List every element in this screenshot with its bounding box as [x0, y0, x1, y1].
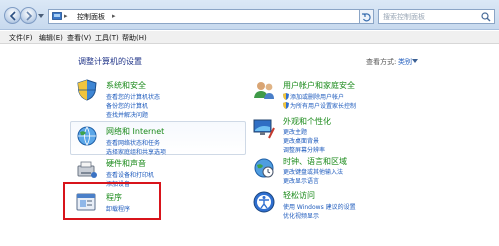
- menu-tools[interactable]: 工具(T): [95, 33, 119, 43]
- menu-view[interactable]: 查看(V): [67, 33, 91, 43]
- address-bar[interactable]: ▸ 控制面板 ▸: [48, 9, 360, 24]
- category-title-network[interactable]: 网络和 Internet: [106, 126, 164, 137]
- back-button[interactable]: [4, 7, 21, 24]
- uac-shield-icon: [283, 102, 289, 109]
- link-parental-controls-label: 为所有用户设置家长控制: [290, 103, 357, 110]
- breadcrumb[interactable]: 控制面板: [77, 12, 105, 22]
- search-input[interactable]: 搜索控制面板: [378, 9, 495, 24]
- system-security-icon[interactable]: [75, 78, 99, 102]
- view-by-label: 查看方式:: [366, 58, 397, 66]
- link-change-display-language[interactable]: 更改显示语言: [283, 176, 319, 185]
- link-find-fix-problems[interactable]: 查找并解决问题: [106, 110, 148, 119]
- link-change-desktop-background[interactable]: 更改桌面背景: [283, 136, 319, 145]
- menu-file[interactable]: 文件(F): [9, 33, 33, 43]
- uac-shield-icon: [283, 93, 289, 100]
- arrow-left-icon: [9, 11, 16, 21]
- breadcrumb-chevron[interactable]: ▸: [112, 12, 116, 20]
- user-accounts-icon[interactable]: [252, 78, 276, 102]
- view-by-dropdown[interactable]: 类别: [398, 57, 412, 67]
- category-title-programs[interactable]: 程序: [106, 192, 122, 203]
- link-adjust-resolution[interactable]: 调整屏幕分辨率: [283, 145, 325, 154]
- link-add-remove-accounts-label: 添加或删除用户帐户: [290, 94, 345, 101]
- link-add-remove-accounts[interactable]: 添加或删除用户帐户: [283, 92, 344, 101]
- search-placeholder: 搜索控制面板: [383, 13, 425, 21]
- title-bar: ▸ 控制面板 ▸ 搜索控制面板: [0, 0, 499, 30]
- appearance-icon[interactable]: [252, 116, 276, 140]
- control-panel-icon: [52, 12, 62, 20]
- category-title-clock-language[interactable]: 时钟、语言和区域: [283, 156, 347, 167]
- search-icon[interactable]: [481, 12, 491, 22]
- menu-help[interactable]: 帮助(H): [122, 33, 147, 43]
- refresh-button[interactable]: [360, 9, 374, 24]
- link-network-status[interactable]: 查看网络状态和任务: [106, 138, 160, 147]
- link-parental-controls[interactable]: 为所有用户设置家长控制: [283, 101, 356, 110]
- menu-edit[interactable]: 编辑(E): [39, 33, 63, 43]
- link-uninstall-program[interactable]: 卸载程序: [106, 204, 130, 213]
- network-icon[interactable]: [75, 124, 99, 148]
- link-devices-printers[interactable]: 查看设备和打印机: [106, 170, 154, 179]
- menu-bar: 文件(F) 编辑(E) 查看(V) 工具(T) 帮助(H): [0, 31, 499, 44]
- link-recommended-settings[interactable]: 使用 Windows 建议的设置: [283, 202, 356, 211]
- category-title-appearance[interactable]: 外观和个性化: [283, 116, 331, 127]
- ease-of-access-icon[interactable]: [252, 190, 276, 214]
- history-dropdown-icon[interactable]: [38, 13, 44, 19]
- hardware-sound-icon[interactable]: [75, 157, 99, 181]
- refresh-icon: [362, 13, 371, 22]
- link-backup-computer[interactable]: 备份您的计算机: [106, 101, 148, 110]
- breadcrumb-separator[interactable]: ▸: [64, 12, 68, 20]
- link-change-theme[interactable]: 更改主题: [283, 127, 307, 136]
- page-title: 调整计算机的设置: [78, 57, 142, 66]
- category-title-system-security[interactable]: 系统和安全: [106, 80, 146, 91]
- clock-language-icon[interactable]: [252, 156, 276, 180]
- link-change-input-method[interactable]: 更改键盘或其他输入法: [283, 167, 343, 176]
- link-view-computer-status[interactable]: 查看您的计算机状态: [106, 92, 160, 101]
- category-title-hardware-sound[interactable]: 硬件和声音: [106, 158, 146, 169]
- chevron-down-icon[interactable]: [412, 59, 418, 63]
- forward-button[interactable]: [20, 7, 37, 24]
- category-title-user-accounts[interactable]: 用户帐户和家庭安全: [283, 80, 355, 91]
- arrow-right-icon: [26, 11, 33, 21]
- link-homegroup-sharing[interactable]: 选择家庭组和共享选项: [106, 147, 166, 156]
- link-optimize-visual-display[interactable]: 优化视频显示: [283, 211, 319, 220]
- programs-icon[interactable]: [74, 190, 98, 214]
- category-title-ease-of-access[interactable]: 轻松访问: [283, 190, 315, 201]
